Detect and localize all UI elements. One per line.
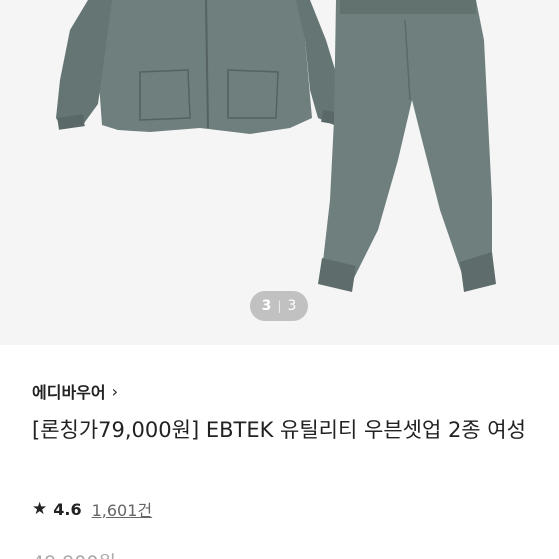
review-count-link[interactable]: 1,601건: [92, 497, 153, 521]
chevron-right-icon: ›: [111, 381, 119, 401]
original-price: 49,900원: [32, 548, 116, 559]
jacket-illustration: [56, 0, 347, 134]
product-image-gallery[interactable]: 3 | 3: [0, 0, 559, 345]
pants-illustration: [318, 0, 496, 292]
star-icon: ★: [32, 499, 48, 519]
page-separator: |: [277, 299, 282, 313]
product-rating: ★ 4.6 1,601건: [32, 497, 152, 521]
rating-score: 4.6: [53, 499, 82, 519]
image-page-indicator: 3 | 3: [250, 291, 308, 321]
product-title: [론칭가79,000원] EBTEK 유틸리티 우븐셋업 2종 여성: [32, 418, 526, 442]
brand-name: 에디바우어: [32, 383, 106, 402]
brand-link[interactable]: 에디바우어 ›: [32, 379, 118, 403]
total-page-number: 3: [287, 298, 297, 314]
current-page-number: 3: [261, 298, 272, 314]
